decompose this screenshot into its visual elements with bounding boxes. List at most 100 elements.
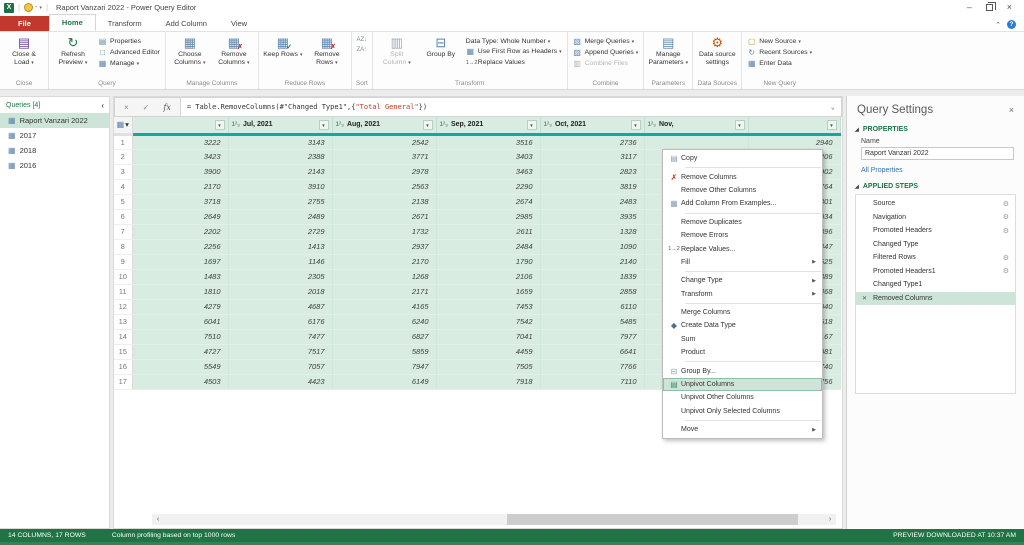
table-cell[interactable]: 2305 <box>228 269 333 285</box>
applied-step[interactable]: Promoted Headers1 ⚙ <box>856 265 1015 279</box>
table-cell[interactable]: 2140 <box>540 254 645 270</box>
row-number[interactable]: 17 <box>114 374 133 390</box>
menu-item-add-column-from-examples[interactable]: ▦ Add Column From Examples... <box>663 197 822 210</box>
table-cell[interactable]: 1268 <box>332 269 437 285</box>
table-cell[interactable]: 5485 <box>540 314 645 330</box>
table-cell[interactable]: 3819 <box>540 179 645 195</box>
table-cell[interactable]: 1810 <box>132 284 229 300</box>
table-cell[interactable]: 2736 <box>540 134 645 150</box>
menu-item-move[interactable]: Move ▶ <box>663 423 822 436</box>
formula-input[interactable]: = Table.RemoveColumns(#"Changed Type1",{… <box>180 97 842 117</box>
table-cell[interactable]: 7057 <box>228 359 333 375</box>
menu-item-create-data-type[interactable]: ◆ Create Data Type <box>663 319 822 332</box>
table-cell[interactable]: 1732 <box>332 224 437 240</box>
table-cell[interactable]: 4459 <box>436 344 541 360</box>
column-header[interactable]: ▼ <box>132 117 229 136</box>
applied-step[interactable]: Changed Type1 <box>856 278 1015 292</box>
table-cell[interactable]: 7041 <box>436 329 541 345</box>
menu-item-unpivot-only-selected-columns[interactable]: Unpivot Only Selected Columns <box>663 405 822 418</box>
select-all-corner[interactable]: ▦ ▾ <box>114 117 133 136</box>
table-cell[interactable]: 2671 <box>332 209 437 225</box>
table-cell[interactable]: 5549 <box>132 359 229 375</box>
table-cell[interactable]: 2018 <box>228 284 333 300</box>
tab-transform[interactable]: Transform <box>96 16 154 31</box>
table-cell[interactable]: 2978 <box>332 164 437 180</box>
step-settings-gear-icon[interactable]: ⚙ <box>1003 267 1009 275</box>
step-settings-gear-icon[interactable]: ⚙ <box>1003 200 1009 208</box>
menu-item-copy[interactable]: ▤ Copy <box>663 152 822 165</box>
table-cell[interactable]: 3463 <box>436 164 541 180</box>
table-cell[interactable]: 3900 <box>132 164 229 180</box>
table-cell[interactable]: 2649 <box>132 209 229 225</box>
choose-columns-button[interactable]: ▦ Choose Columns <box>169 35 211 68</box>
table-cell[interactable]: 1659 <box>436 284 541 300</box>
table-cell[interactable]: 7505 <box>436 359 541 375</box>
step-settings-gear-icon[interactable]: ⚙ <box>1003 254 1009 262</box>
filter-dropdown-icon[interactable]: ▼ <box>826 119 837 130</box>
table-cell[interactable]: 2858 <box>540 284 645 300</box>
filter-dropdown-icon[interactable]: ▼ <box>318 119 329 130</box>
split-column-button[interactable]: ▥ Split Column <box>376 35 418 68</box>
table-cell[interactable]: 2290 <box>436 179 541 195</box>
row-number[interactable]: 9 <box>114 254 133 270</box>
table-cell[interactable]: 3935 <box>540 209 645 225</box>
properties-section-header[interactable]: ◢ PROPERTIES <box>847 122 1024 135</box>
use-first-row-as-headers-button[interactable]: ▦ Use First Row as Headers <box>464 46 564 57</box>
query-list-item[interactable]: ▦ Raport Vanzari 2022 <box>0 113 109 128</box>
table-cell[interactable]: 6240 <box>332 314 437 330</box>
close-button[interactable]: × <box>1007 3 1012 12</box>
remove-columns-button[interactable]: ▦ ✗ Remove Columns <box>213 35 255 68</box>
replace-values-button[interactable]: 1→2 Replace Values <box>464 57 564 68</box>
menu-item-transform[interactable]: Transform ▶ <box>663 288 822 301</box>
close-and-load-button[interactable]: ▤ Close & Load <box>3 35 45 68</box>
table-cell[interactable]: 1839 <box>540 269 645 285</box>
applied-step[interactable]: Promoted Headers ⚙ <box>856 224 1015 238</box>
table-cell[interactable]: 2985 <box>436 209 541 225</box>
scrollbar-thumb[interactable] <box>507 514 798 525</box>
advanced-editor-button[interactable]: □ Advanced Editor <box>96 47 162 58</box>
properties-button[interactable]: ▤ Properties <box>96 36 162 47</box>
table-cell[interactable]: 1146 <box>228 254 333 270</box>
manage-button[interactable]: ▦ Manage <box>96 58 162 69</box>
menu-item-remove-other-columns[interactable]: Remove Other Columns <box>663 184 822 197</box>
table-cell[interactable]: 7766 <box>540 359 645 375</box>
all-properties-link[interactable]: All Properties <box>847 164 1024 179</box>
row-number[interactable]: 4 <box>114 179 133 195</box>
applied-step[interactable]: Source ⚙ <box>856 197 1015 211</box>
menu-item-remove-columns[interactable]: ✗ Remove Columns <box>663 170 822 183</box>
table-cell[interactable]: 6110 <box>540 299 645 315</box>
table-cell[interactable]: 2171 <box>332 284 437 300</box>
column-header[interactable]: 1²₃ Jul, 2021 ▼ <box>228 117 333 136</box>
row-number[interactable]: 10 <box>114 269 133 285</box>
menu-item-fill[interactable]: Fill ▶ <box>663 256 822 269</box>
table-cell[interactable]: 2729 <box>228 224 333 240</box>
filter-dropdown-icon[interactable]: ▼ <box>526 119 537 130</box>
step-settings-gear-icon[interactable]: ⚙ <box>1003 213 1009 221</box>
table-cell[interactable]: 2611 <box>436 224 541 240</box>
data-source-settings-button[interactable]: ⚙ Data source settings <box>696 35 738 67</box>
menu-item-sum[interactable]: Sum <box>663 333 822 346</box>
table-cell[interactable]: 3516 <box>436 134 541 150</box>
row-number[interactable]: 5 <box>114 194 133 210</box>
table-cell[interactable]: 3718 <box>132 194 229 210</box>
table-cell[interactable]: 3143 <box>228 134 333 150</box>
combine-files-button[interactable]: ▥ Combine Files <box>571 58 641 69</box>
sort-ascending-icon[interactable]: AZ↓ <box>357 37 368 44</box>
row-number[interactable]: 6 <box>114 209 133 225</box>
table-cell[interactable]: 1090 <box>540 239 645 255</box>
new-source-button[interactable]: ▢ New Source <box>745 36 814 47</box>
table-cell[interactable]: 1483 <box>132 269 229 285</box>
table-cell[interactable]: 3910 <box>228 179 333 195</box>
table-cell[interactable]: 1413 <box>228 239 333 255</box>
append-queries-button[interactable]: ▨ Append Queries <box>571 47 641 58</box>
table-cell[interactable]: 6041 <box>132 314 229 330</box>
keep-rows-button[interactable]: ▦ ✓ Keep Rows <box>262 35 304 61</box>
filter-dropdown-icon[interactable]: ▼ <box>214 119 225 130</box>
row-number[interactable]: 14 <box>114 329 133 345</box>
data-type-button[interactable]: Data Type: Whole Number <box>464 36 564 46</box>
table-cell[interactable]: 4423 <box>228 374 333 390</box>
query-list-item[interactable]: ▦ 2017 <box>0 128 109 143</box>
table-cell[interactable]: 3403 <box>436 149 541 165</box>
table-cell[interactable]: 3222 <box>132 134 229 150</box>
table-cell[interactable]: 2483 <box>540 194 645 210</box>
